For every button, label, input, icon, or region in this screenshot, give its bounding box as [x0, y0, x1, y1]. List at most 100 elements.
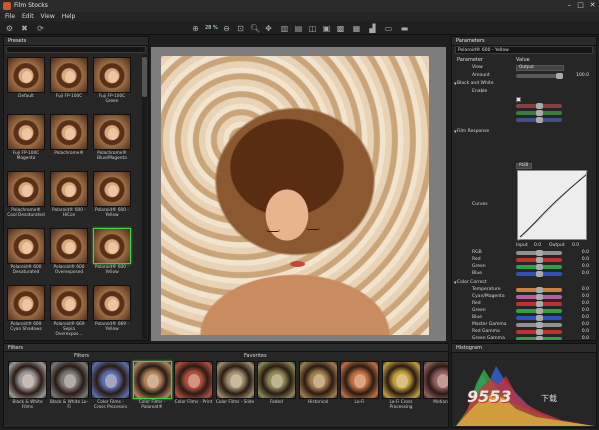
film-response-section[interactable]: ▾ Film Response	[452, 129, 592, 135]
preset-item[interactable]: Default	[7, 57, 45, 109]
bw-red-slider[interactable]	[516, 103, 562, 109]
bw-blue-slider[interactable]	[516, 117, 562, 123]
preset-item[interactable]: Polaroid® 600 - Yellow	[93, 171, 131, 223]
cc-value[interactable]: 0.0	[582, 329, 589, 335]
layout-icon[interactable]: ▬	[400, 24, 409, 33]
filter-item[interactable]: Lo-Fi	[340, 361, 379, 424]
preset-label: Fuji FP-100C Green	[98, 94, 126, 104]
close-icon[interactable]: ✕	[588, 1, 597, 10]
channel-value[interactable]: 0.0	[582, 250, 589, 256]
pan-icon[interactable]: ✥	[264, 24, 273, 33]
filter-item[interactable]: Lo-Fi Cross Processing	[381, 361, 421, 424]
side-by-side-icon[interactable]: ◫	[308, 24, 317, 33]
filter-item[interactable]: Faded	[257, 361, 296, 424]
display-icon[interactable]: ▭	[384, 24, 393, 33]
menu-file[interactable]: File	[5, 12, 15, 21]
minimize-icon[interactable]: –	[565, 1, 574, 10]
filter-item[interactable]: Color Films - Print	[174, 361, 213, 424]
filter-item[interactable]: Motion P	[423, 361, 448, 424]
cc-slider[interactable]	[516, 315, 562, 321]
bw-section[interactable]: ▾ Black and White	[452, 81, 592, 87]
settings-icon[interactable]: ⚙	[5, 24, 14, 33]
filter-item[interactable]: Historical	[298, 361, 338, 424]
search-zoom-icon[interactable]: 🔍︎	[250, 24, 260, 33]
zoom-in-icon[interactable]: ⊕	[191, 24, 200, 33]
preset-item[interactable]: Polachrome® Blue/Magenta	[93, 114, 131, 166]
cancel-icon[interactable]: ✖	[20, 24, 29, 33]
preset-item[interactable]: Polaroid® 669 - Yellow	[93, 285, 131, 337]
channel-value[interactable]: 0.0	[582, 271, 589, 277]
histogram-icon[interactable]: ▟	[368, 24, 377, 33]
presets-scrollbar[interactable]	[142, 55, 147, 339]
cc-slider[interactable]	[516, 294, 562, 300]
enable-checkbox[interactable]	[516, 97, 521, 102]
preset-item[interactable]: Polaroid® 669 Cyan Shadows	[7, 285, 45, 337]
refresh-icon[interactable]: ⟳	[36, 24, 45, 33]
zoom-fit-icon[interactable]: ⊡	[236, 24, 245, 33]
bw-green-slider[interactable]	[516, 110, 562, 116]
cc-slider[interactable]	[516, 287, 562, 293]
preset-item[interactable]: Fuji FP-100C Magenta	[7, 114, 45, 166]
amount-value[interactable]: 100.0	[576, 73, 589, 79]
filter-item[interactable]: Color Films - Cross Processin	[91, 361, 130, 424]
compare-icon[interactable]: ▣	[322, 24, 331, 33]
filter-thumbnail	[257, 361, 296, 399]
color-correct-section[interactable]: ▾ Color Correct	[452, 280, 592, 286]
cc-slider[interactable]	[516, 322, 562, 328]
preset-item[interactable]: Polaroid® 600 - HiCon	[50, 171, 88, 223]
cc-value[interactable]: 0.0	[582, 287, 589, 293]
channel-slider[interactable]	[516, 257, 562, 263]
output-value[interactable]: 0.0	[572, 243, 579, 249]
channel-slider[interactable]	[516, 271, 562, 277]
cc-slider[interactable]	[516, 308, 562, 314]
cc-value[interactable]: 0.0	[582, 308, 589, 314]
cc-value[interactable]: 0.0	[582, 336, 589, 340]
preset-item[interactable]: Fuji FP-100C	[50, 57, 88, 109]
preset-item[interactable]: Polachrome®	[50, 114, 88, 166]
split-vertical-icon[interactable]: ▥	[280, 24, 289, 33]
channel-slider[interactable]	[516, 264, 562, 270]
cc-value[interactable]: 0.0	[582, 315, 589, 321]
preset-name-field[interactable]: Polaroid® 600 - Yellow	[455, 46, 593, 54]
cc-slider[interactable]	[516, 336, 562, 340]
maximize-icon[interactable]: □	[576, 1, 585, 10]
preset-item[interactable]: Polaroid® 600 - Yellow	[93, 228, 131, 280]
tab-filters[interactable]: Filters	[74, 353, 89, 359]
curve-channel-dropdown[interactable]: RGB	[516, 163, 532, 169]
channel-value[interactable]: 0.0	[582, 257, 589, 263]
cc-label: Cyan/Magenta	[472, 294, 505, 299]
filter-thumbnail	[381, 361, 421, 399]
preset-item[interactable]: Polaroid® 600 Desaturated	[7, 228, 45, 280]
preset-item[interactable]: Fuji FP-100C Green	[93, 57, 131, 109]
view-dropdown[interactable]: Output	[516, 65, 564, 71]
cc-value[interactable]: 0.0	[582, 294, 589, 300]
fullscreen-icon[interactable]: ▦	[352, 24, 361, 33]
snapshot-icon[interactable]: ▩	[336, 24, 345, 33]
preset-item[interactable]: Polaroid® 669 Sepia Overexpos...	[50, 285, 88, 337]
cc-slider[interactable]	[516, 301, 562, 307]
cc-slider[interactable]	[516, 329, 562, 335]
channel-value[interactable]: 0.0	[582, 264, 589, 270]
preset-item[interactable]: Polaroid® 600 Overexposed	[50, 228, 88, 280]
menu-edit[interactable]: Edit	[22, 12, 34, 21]
menu-help[interactable]: Help	[62, 12, 76, 21]
preset-search-input[interactable]	[6, 46, 146, 53]
filter-item[interactable]: Color Films - Polaroid®	[132, 361, 172, 424]
cc-value[interactable]: 0.0	[582, 301, 589, 307]
tab-favorites[interactable]: Favorites	[244, 353, 267, 359]
filter-item[interactable]: Color Films - Slide	[215, 361, 255, 424]
split-horizontal-icon[interactable]: ▤	[294, 24, 303, 33]
input-value[interactable]: 0.0	[534, 243, 541, 249]
menu-view[interactable]: View	[41, 12, 55, 21]
amount-slider[interactable]	[516, 73, 563, 79]
filter-item[interactable]: Black & White Films	[8, 361, 47, 424]
zoom-out-icon[interactable]: ⊖	[222, 24, 231, 33]
channel-slider[interactable]	[516, 250, 562, 256]
filter-thumbnail	[91, 361, 130, 399]
curves-editor[interactable]	[517, 170, 589, 242]
filter-item[interactable]: Black & White Lo-Fi	[49, 361, 89, 424]
image-canvas[interactable]	[151, 47, 446, 341]
cc-value[interactable]: 0.0	[582, 322, 589, 328]
preset-item[interactable]: Polachrome® Cool Desaturated	[7, 171, 45, 223]
preset-thumbnail	[93, 57, 131, 93]
